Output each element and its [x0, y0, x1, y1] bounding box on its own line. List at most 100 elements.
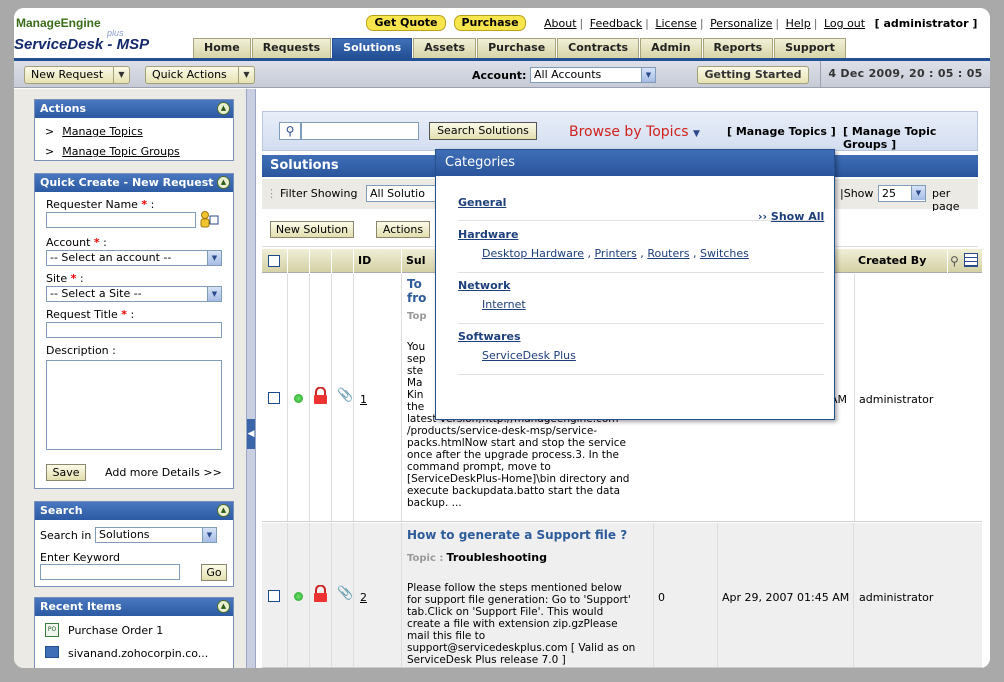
viewed-cell: 0 — [654, 523, 718, 667]
toolbar: New Request ▼ Quick Actions ▼ Account: A… — [14, 58, 990, 88]
search-in-select[interactable]: Solutions ▼ — [95, 527, 217, 543]
chevron-down-icon: ▼ — [207, 287, 221, 301]
attach-cell: 📎 — [332, 523, 354, 667]
request-title-input[interactable] — [46, 322, 222, 338]
manage-topics-link[interactable]: [ Manage Topics ] — [727, 125, 836, 138]
help-link[interactable]: Help — [786, 17, 811, 30]
chevron-down-icon[interactable]: ▼ — [238, 67, 254, 83]
action-manage-topic-groups[interactable]: > Manage Topic Groups — [45, 142, 233, 162]
collapse-icon[interactable]: ▲ — [217, 176, 230, 189]
show-all-link[interactable]: ›› Show All — [758, 210, 824, 223]
select-all-checkbox[interactable] — [268, 255, 280, 267]
solution-title[interactable]: How to generate a Support file ? — [407, 528, 627, 542]
show-all-text[interactable]: Show All — [771, 210, 824, 223]
save-button[interactable]: Save — [46, 464, 86, 481]
left-sidebar: Actions ▲ > Manage Topics > Manage Topic G… — [14, 89, 246, 668]
manage-topic-groups-link[interactable]: [ Manage Topic Groups ] — [843, 125, 977, 151]
requester-lookup-icon[interactable] — [199, 210, 219, 228]
tab-requests[interactable]: Requests — [251, 38, 332, 58]
tab-reports[interactable]: Reports — [702, 38, 774, 58]
account-field-select[interactable]: -- Select an account -- ▼ — [46, 250, 222, 266]
collapse-icon[interactable]: ▲ — [217, 102, 230, 115]
chevron-down-icon[interactable]: ▼ — [113, 67, 129, 83]
created-by-col-header[interactable]: Created By — [854, 249, 948, 273]
row-checkbox[interactable] — [268, 590, 280, 602]
account-select[interactable]: All Accounts ▼ — [530, 67, 656, 83]
search-solutions-button[interactable]: Search Solutions — [429, 122, 537, 140]
category-hardware: Hardware Desktop Hardware , Printers , R… — [458, 228, 824, 260]
subcategory-link[interactable]: Switches — [700, 247, 749, 260]
table-row[interactable]: 📎 2 How to generate a Support file ? Top… — [262, 523, 982, 668]
tab-support[interactable]: Support — [774, 38, 846, 58]
divider — [458, 323, 824, 324]
column-chooser-icon[interactable] — [964, 253, 978, 267]
created-by: administrator — [859, 393, 934, 406]
purchase-top-button[interactable]: Purchase — [454, 15, 526, 31]
tab-solutions[interactable]: Solutions — [332, 38, 413, 58]
status-green-icon — [294, 592, 303, 601]
subcategory-link[interactable]: Routers — [647, 247, 689, 260]
chevron-down-icon: ▼ — [202, 528, 216, 542]
personalize-link[interactable]: Personalize — [710, 17, 772, 30]
site-select[interactable]: -- Select a Site -- ▼ — [46, 286, 222, 302]
tab-home[interactable]: Home — [193, 38, 251, 58]
recent-item[interactable]: sivanand.zohocorpin.co... — [68, 647, 208, 660]
actions-button[interactable]: Actions — [376, 221, 430, 238]
action-manage-topics[interactable]: > Manage Topics — [45, 122, 233, 142]
add-more-details-link[interactable]: Add more Details >> — [105, 466, 222, 479]
actions-panel-header: Actions ▲ — [35, 100, 233, 118]
subcategory-link[interactable]: Internet — [482, 298, 526, 311]
collapse-icon[interactable]: ▲ — [217, 504, 230, 517]
tab-purchase[interactable]: Purchase — [477, 38, 557, 58]
license-link[interactable]: License — [655, 17, 696, 30]
manage-topic-groups-link[interactable]: Manage Topic Groups — [62, 145, 180, 158]
select-all-cell — [262, 249, 288, 273]
solution-id-link[interactable]: 2 — [360, 591, 367, 604]
new-request-button[interactable]: New Request ▼ — [24, 66, 130, 84]
quick-create-title: Quick Create - New Request — [40, 176, 214, 189]
column-search-icon[interactable]: ⚲ — [950, 254, 959, 268]
filter-select[interactable]: All Solutio — [366, 185, 446, 202]
requester-input[interactable] — [46, 212, 196, 228]
id-col-header[interactable]: ID — [354, 249, 402, 273]
chevron-down-icon: ▼ — [207, 251, 221, 265]
subcategory-link[interactable]: Printers — [594, 247, 636, 260]
logout-link[interactable]: Log out — [824, 17, 865, 30]
new-solution-button[interactable]: New Solution — [270, 221, 354, 238]
tab-assets[interactable]: Assets — [413, 38, 477, 58]
get-quote-button[interactable]: Get Quote — [366, 15, 446, 31]
quick-actions-button[interactable]: Quick Actions ▼ — [145, 66, 255, 84]
keyword-input[interactable] — [40, 564, 180, 580]
tab-admin[interactable]: Admin — [640, 38, 702, 58]
category-link[interactable]: Hardware — [458, 228, 824, 241]
status-cell — [288, 274, 310, 521]
go-button[interactable]: Go — [201, 564, 227, 581]
solution-title-line[interactable]: To — [407, 277, 422, 291]
desc-line: for support file generation: Go to 'Supp… — [407, 594, 631, 606]
feedback-link[interactable]: Feedback — [590, 17, 642, 30]
category-link[interactable]: General — [458, 196, 506, 209]
search-icon: ⚲ — [279, 122, 301, 140]
sidebar-collapse-handle[interactable]: ◀ — [246, 89, 256, 668]
subcategory-link[interactable]: ServiceDesk Plus — [482, 349, 576, 362]
browse-by-topics[interactable]: Browse by Topics ▼ — [569, 124, 700, 140]
row-checkbox[interactable] — [268, 392, 280, 404]
solution-title-line[interactable]: fro — [407, 291, 426, 305]
solution-search-input[interactable] — [301, 122, 419, 140]
site-label: Site * : — [46, 272, 84, 285]
category-link[interactable]: Softwares — [458, 330, 824, 343]
chevron-left-icon[interactable]: ◀ — [247, 419, 255, 449]
recent-item[interactable]: Purchase Order 1 — [68, 624, 163, 637]
tab-contracts[interactable]: Contracts — [557, 38, 640, 58]
collapse-icon[interactable]: ▲ — [217, 600, 230, 613]
manage-topics-link[interactable]: Manage Topics — [62, 125, 143, 138]
per-page-select[interactable]: 25 ▼ — [878, 185, 926, 202]
solution-id-link[interactable]: 1 — [360, 393, 367, 406]
datetime: 4 Dec 2009, 20 : 05 : 05 — [820, 61, 990, 87]
category-link[interactable]: Network — [458, 279, 824, 292]
description-textarea[interactable] — [46, 360, 222, 450]
subcategory-link[interactable]: Desktop Hardware — [482, 247, 584, 260]
getting-started-button[interactable]: Getting Started — [697, 66, 809, 84]
request-title-label: Request Title * : — [46, 308, 135, 321]
about-link[interactable]: About — [544, 17, 577, 30]
